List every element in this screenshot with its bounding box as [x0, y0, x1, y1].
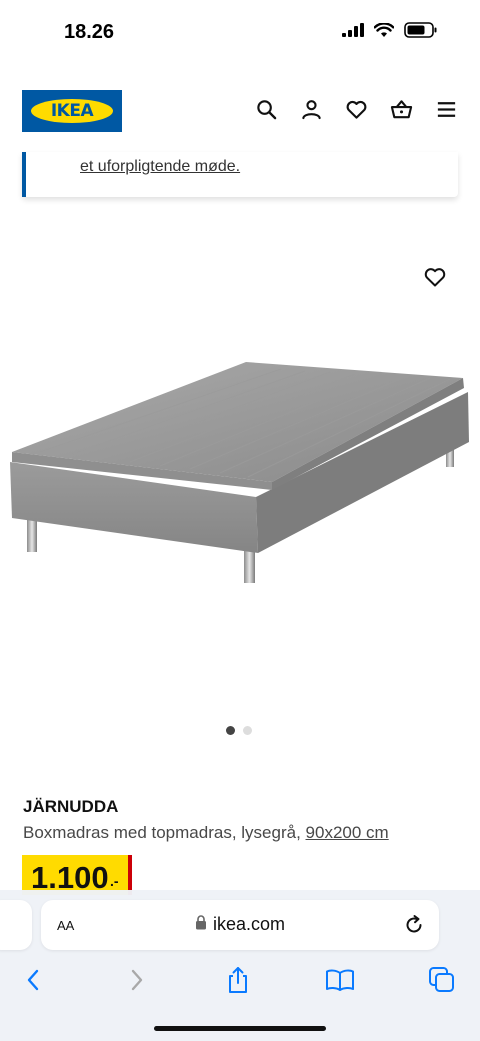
basket-icon[interactable]	[390, 98, 413, 121]
meeting-link[interactable]: et uforpligtende møde.	[80, 158, 240, 176]
url-text: ikea.com	[212, 914, 286, 934]
header-icons	[255, 98, 458, 121]
site-header: IKEA	[0, 66, 480, 156]
previous-tab-preview[interactable]	[0, 900, 32, 950]
image-carousel-dots	[226, 726, 252, 735]
browser-toolbar	[0, 963, 480, 999]
heart-icon[interactable]	[345, 98, 368, 121]
search-icon[interactable]	[255, 98, 278, 121]
lock-icon	[195, 914, 207, 935]
ikea-logo[interactable]: IKEA	[22, 90, 122, 132]
back-icon[interactable]	[18, 965, 48, 995]
forward-icon[interactable]	[122, 965, 152, 995]
status-time: 18.26	[64, 21, 115, 43]
share-icon[interactable]	[223, 965, 253, 995]
menu-icon[interactable]	[435, 98, 458, 121]
status-icons	[342, 21, 438, 43]
tabs-icon[interactable]	[427, 965, 457, 995]
user-icon[interactable]	[300, 98, 323, 121]
product-name[interactable]: JÄRNUDDA	[23, 797, 118, 817]
carousel-dot[interactable]	[243, 726, 252, 735]
reload-icon[interactable]	[403, 914, 425, 936]
wifi-icon	[373, 21, 395, 43]
product-image[interactable]	[0, 250, 480, 690]
price-tag: 1.100 .-	[22, 855, 132, 895]
cellular-signal-icon	[342, 23, 364, 42]
logo-text: IKEA	[50, 101, 94, 121]
address-bar[interactable]: AA ikea.com	[41, 900, 439, 950]
status-bar: 18.26	[0, 0, 480, 66]
product-description-text: Boxmadras med topmadras, lysegrå,	[23, 823, 301, 842]
product-description: Boxmadras med topmadras, lysegrå, 90x200…	[23, 823, 389, 843]
info-card-accent	[22, 152, 26, 197]
logo-oval: IKEA	[31, 99, 113, 123]
browser-bottom-bar: AA ikea.com	[0, 890, 480, 1041]
bookmarks-icon[interactable]	[325, 965, 355, 995]
battery-icon	[404, 22, 438, 43]
carousel-dot-active[interactable]	[226, 726, 235, 735]
info-card: et uforpligtende møde.	[22, 152, 458, 197]
price-suffix: .-	[110, 873, 119, 889]
url-display[interactable]: ikea.com	[41, 914, 439, 935]
home-indicator[interactable]	[154, 1026, 326, 1031]
product-size-link[interactable]: 90x200 cm	[306, 823, 389, 842]
add-to-favorites-icon[interactable]	[423, 265, 447, 289]
